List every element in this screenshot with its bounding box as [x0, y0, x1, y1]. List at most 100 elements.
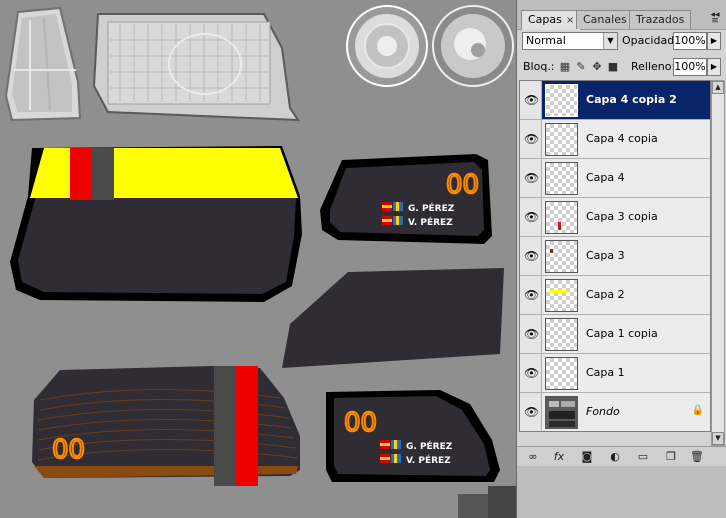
- layer-name: Capa 4 copia 2: [586, 93, 677, 106]
- layer-thumbnail: [544, 83, 579, 118]
- photoshop-window: 00 G. PÉREZ V. PÉREZ 00 00 G. PÉREZ V. P…: [0, 0, 726, 518]
- eye-icon: 👁: [524, 210, 540, 224]
- windshield: [10, 146, 302, 302]
- layer-thumbnail: [545, 201, 578, 234]
- layer-row[interactable]: 👁 Capa 3: [520, 237, 710, 276]
- lock-paint-icon[interactable]: ✎: [575, 61, 587, 73]
- race-number-bottom: 00: [344, 408, 377, 438]
- lock-all-icon[interactable]: ■: [607, 61, 619, 73]
- layer-row[interactable]: 👁 Capa 1 copia: [520, 315, 710, 354]
- tab-capas-label: Capas: [528, 13, 562, 26]
- layer-thumbnail: [545, 279, 578, 312]
- visibility-toggle[interactable]: 👁: [520, 81, 542, 119]
- fill-arrow-icon[interactable]: ▶: [707, 58, 721, 76]
- tab-canales-label: Canales: [583, 13, 627, 26]
- layer-thumbnail: [545, 240, 578, 273]
- codriver-name-top: V. PÉREZ: [408, 216, 453, 228]
- tab-trazados[interactable]: Trazados: [629, 10, 692, 29]
- fill-field[interactable]: 100%: [673, 58, 707, 76]
- tab-trazados-label: Trazados: [636, 13, 685, 26]
- fill-label: Relleno:: [631, 60, 676, 73]
- layer-name: Capa 3 copia: [586, 210, 658, 223]
- visibility-toggle[interactable]: 👁: [520, 198, 542, 236]
- panel-empty-area: [517, 466, 726, 518]
- layer-row[interactable]: 👁 Capa 4: [520, 159, 710, 198]
- eye-icon: 👁: [524, 288, 540, 302]
- opacity-label: Opacidad:: [622, 34, 678, 47]
- tab-canales[interactable]: Canales: [576, 10, 634, 29]
- eye-icon: 👁: [524, 249, 540, 263]
- codriver-name-bottom: V. PÉREZ: [406, 454, 451, 466]
- layer-row[interactable]: 👁 Fondo 🔒: [520, 393, 710, 431]
- corner-block-2: [488, 486, 516, 518]
- layers-panel: Capas × Canales Trazados ◂◂ ≡ Normal ▼ Opa…: [516, 0, 726, 518]
- visibility-toggle[interactable]: 👁: [520, 237, 542, 275]
- eye-icon: 👁: [524, 132, 540, 146]
- layer-row[interactable]: 👁 Capa 4 copia: [520, 120, 710, 159]
- layer-name: Capa 4 copia: [586, 132, 658, 145]
- document-canvas[interactable]: 00 G. PÉREZ V. PÉREZ 00 00 G. PÉREZ V. P…: [0, 0, 516, 518]
- eye-icon: 👁: [524, 93, 540, 107]
- layer-row[interactable]: 👁 Capa 2: [520, 276, 710, 315]
- fx-icon[interactable]: fx: [551, 450, 567, 464]
- new-layer-icon[interactable]: ❐: [663, 450, 679, 464]
- round-lamp-right: [432, 5, 514, 87]
- link-icon[interactable]: ∞: [525, 450, 541, 464]
- eye-icon: 👁: [524, 366, 540, 380]
- lock-position-icon[interactable]: ✥: [591, 61, 603, 73]
- lock-transparency-icon[interactable]: ▦: [559, 61, 571, 73]
- panel-menu-icon[interactable]: ◂◂ ≡: [707, 11, 723, 26]
- close-tab-icon[interactable]: ×: [566, 15, 574, 26]
- visibility-toggle[interactable]: 👁: [520, 276, 542, 314]
- headlight-lens: [92, 13, 300, 122]
- layer-thumbnail: [545, 162, 578, 195]
- layer-name: Capa 3: [586, 249, 625, 262]
- driver-name-top: G. PÉREZ: [408, 202, 455, 214]
- adjustment-icon[interactable]: ◐: [607, 450, 623, 464]
- blend-mode-select[interactable]: Normal ▼: [522, 32, 618, 50]
- visibility-toggle[interactable]: 👁: [520, 159, 542, 197]
- group-icon[interactable]: ▭: [635, 450, 651, 464]
- visibility-toggle[interactable]: 👁: [520, 393, 542, 431]
- lock-row: Bloq.: ▦ ✎ ✥ ■ Relleno: 100% ▶: [517, 58, 726, 78]
- rear-window: 00: [32, 366, 300, 486]
- eye-icon: 👁: [524, 171, 540, 185]
- blend-row: Normal ▼ Opacidad: 100% ▶: [517, 32, 726, 52]
- layers-list: 👁 Capa 4 copia 2 👁 Capa 4 copia 👁 Capa 4…: [519, 80, 711, 432]
- lock-icon: 🔒: [691, 405, 704, 416]
- layer-name: Fondo: [586, 405, 620, 418]
- layer-row[interactable]: 👁 Capa 4 copia 2: [520, 81, 710, 120]
- race-number-left: 00: [52, 435, 85, 465]
- side-window-top: 00 G. PÉREZ V. PÉREZ: [320, 154, 492, 244]
- mask-icon[interactable]: ◙: [579, 450, 595, 464]
- layer-name: Capa 1: [586, 366, 625, 379]
- opacity-field[interactable]: 100%: [673, 32, 707, 50]
- layer-name: Capa 1 copia: [586, 327, 658, 340]
- eye-icon: 👁: [524, 327, 540, 341]
- layer-row[interactable]: 👁 Capa 3 copia: [520, 198, 710, 237]
- lock-label: Bloq.:: [523, 60, 555, 73]
- scroll-up-icon[interactable]: ▲: [712, 81, 724, 94]
- chevron-down-icon[interactable]: ▼: [603, 33, 617, 49]
- trash-icon[interactable]: 🗑: [689, 450, 705, 464]
- layer-name: Capa 2: [586, 288, 625, 301]
- layer-thumbnail: [545, 318, 578, 351]
- race-number-top: 00: [446, 170, 479, 200]
- panel-tabbar: Capas × Canales Trazados ◂◂ ≡: [517, 0, 726, 30]
- eye-icon: 👁: [524, 405, 540, 419]
- visibility-toggle[interactable]: 👁: [520, 120, 542, 158]
- scroll-down-icon[interactable]: ▼: [712, 432, 724, 445]
- opacity-arrow-icon[interactable]: ▶: [707, 32, 721, 50]
- layers-scrollbar[interactable]: ▲ ▼: [711, 80, 725, 446]
- layer-row[interactable]: 👁 Capa 1: [520, 354, 710, 393]
- tab-capas[interactable]: Capas ×: [521, 10, 582, 30]
- layer-thumbnail: [545, 123, 578, 156]
- round-lamp-left: [346, 5, 428, 87]
- visibility-toggle[interactable]: 👁: [520, 354, 542, 392]
- layer-name: Capa 4: [586, 171, 625, 184]
- panel-bottom-toolbar: ∞ fx ◙ ◐ ▭ ❐ 🗑: [517, 446, 726, 466]
- layer-thumbnail: [545, 396, 578, 429]
- driver-name-bottom: G. PÉREZ: [406, 440, 453, 452]
- visibility-toggle[interactable]: 👁: [520, 315, 542, 353]
- blend-mode-value: Normal: [526, 34, 566, 47]
